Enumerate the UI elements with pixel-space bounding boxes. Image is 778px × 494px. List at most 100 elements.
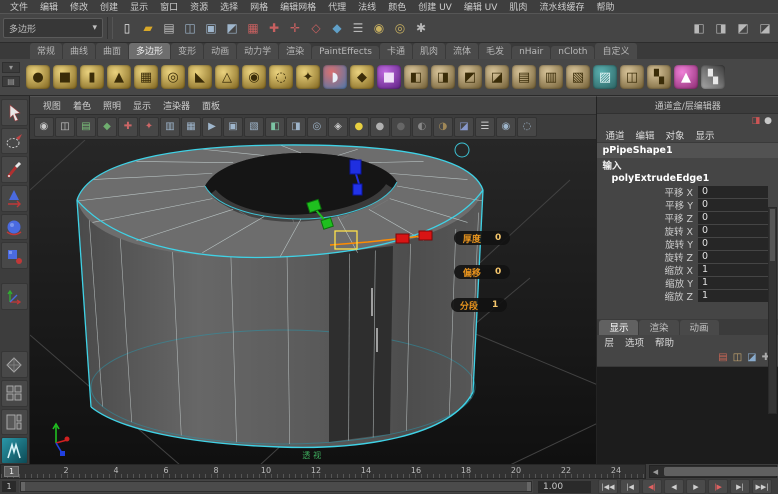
no-lights-icon[interactable]: ● <box>391 117 411 137</box>
hud-pill[interactable]: 分段 1 <box>451 298 507 312</box>
menu-item[interactable]: 选择 <box>214 0 244 13</box>
poly-torus-icon[interactable]: ◎ <box>161 65 185 89</box>
layer-empty-icon[interactable]: ▤ <box>718 352 727 363</box>
poly-plane-icon[interactable]: ▦ <box>134 65 158 89</box>
layer-list[interactable] <box>597 366 778 464</box>
channel-attribute-row[interactable]: 旋转 Z 0 <box>597 250 778 263</box>
menu-item[interactable]: 资源 <box>184 0 214 13</box>
hud-pill[interactable]: 厚度 0 <box>454 231 510 245</box>
channel-attribute-row[interactable]: 旋转 Y 0 <box>597 237 778 250</box>
attribute-value[interactable]: 1 <box>698 264 768 276</box>
shelf-tab[interactable]: 流体 <box>446 43 478 59</box>
channel-attribute-row[interactable]: 平移 X 0 <box>597 185 778 198</box>
new-scene-icon[interactable]: ▯ <box>117 18 137 38</box>
viewport-menu-item[interactable]: 渲染器 <box>158 99 195 112</box>
viewport-menu-item[interactable]: 视图 <box>38 99 66 112</box>
layout-four-pane-button[interactable] <box>1 380 28 407</box>
shadows-icon[interactable]: ◐ <box>412 117 432 137</box>
shelf-tab[interactable]: 曲面 <box>96 43 128 59</box>
poly-cone-icon[interactable]: ▲ <box>107 65 131 89</box>
move-tool-button[interactable] <box>1 185 28 212</box>
menu-item[interactable]: 编辑 <box>34 0 64 13</box>
isolate-select-icon[interactable]: ☰ <box>475 117 495 137</box>
channel-box-menu-item[interactable]: 显示 <box>696 128 715 142</box>
playblast-icon[interactable]: ▶ <box>202 117 222 137</box>
universal-manipulator-button[interactable] <box>1 283 28 310</box>
average-vertex-icon[interactable]: ▥ <box>539 65 563 89</box>
channel-speed-icon[interactable]: ● <box>764 116 772 126</box>
checker-map-icon[interactable]: ▚ <box>701 65 725 89</box>
menu-item[interactable]: 流水线缓存 <box>533 0 590 13</box>
playback-button[interactable]: |◀ <box>620 479 640 494</box>
scrollbar-thumb[interactable] <box>664 467 778 476</box>
history-icon[interactable]: ☰ <box>348 18 368 38</box>
make-live-icon[interactable]: ◆ <box>327 18 347 38</box>
poly-sphere-icon[interactable]: ● <box>26 65 50 89</box>
poly-cylinder-icon[interactable]: ▮ <box>80 65 104 89</box>
paint-select-tool-button[interactable] <box>1 156 28 183</box>
viewport-menu-item[interactable]: 照明 <box>98 99 126 112</box>
pan-zoom-icon[interactable]: ✦ <box>139 117 159 137</box>
range-slider-thumb[interactable] <box>21 482 531 491</box>
channel-attribute-row[interactable]: 缩放 Y 1 <box>597 276 778 289</box>
channel-box-menu-item[interactable]: 编辑 <box>635 128 654 142</box>
channel-attribute-row[interactable]: 平移 Z 0 <box>597 211 778 224</box>
layer-editor-tab[interactable]: 渲染 <box>639 320 678 335</box>
rotate-tool-button[interactable] <box>1 214 28 241</box>
channel-box-menu-item[interactable]: 对象 <box>666 128 685 142</box>
layout-single-pane-button[interactable] <box>1 351 28 378</box>
exposure-icon[interactable]: ◉ <box>496 117 516 137</box>
render-icon[interactable]: ◉ <box>369 18 389 38</box>
menu-item[interactable]: 创建 UV <box>412 0 458 13</box>
menu-item[interactable]: 修改 <box>64 0 94 13</box>
gate-mask-icon[interactable]: ◧ <box>265 117 285 137</box>
menu-item[interactable]: 代理 <box>322 0 352 13</box>
boolean-icon[interactable]: ◪ <box>485 65 509 89</box>
menu-item[interactable]: 法线 <box>352 0 382 13</box>
select-camera-icon[interactable]: ◉ <box>34 117 54 137</box>
shelf-tab[interactable]: 多边形 <box>129 43 170 59</box>
lasso-tool-button[interactable] <box>1 128 28 155</box>
resolution-gate-icon[interactable]: ▧ <box>244 117 264 137</box>
grease-pencil-icon[interactable]: ▥ <box>160 117 180 137</box>
textured-icon[interactable]: ◑ <box>433 117 453 137</box>
shelf-tab[interactable]: nHair <box>512 46 550 59</box>
extract-icon[interactable]: ◩ <box>458 65 482 89</box>
shelf-tab[interactable]: 曲线 <box>63 43 95 59</box>
attribute-value[interactable]: 0 <box>698 251 768 263</box>
layer-editor-menu-item[interactable]: 层 <box>604 335 614 349</box>
open-scene-icon[interactable]: ▰ <box>138 18 158 38</box>
shelf-tab[interactable]: 卡通 <box>380 43 412 59</box>
playback-button[interactable]: ▶| <box>730 479 750 494</box>
poly-pipe-icon[interactable]: ◉ <box>242 65 266 89</box>
shelf-tab[interactable]: 常规 <box>30 43 62 59</box>
channel-box-menu-item[interactable]: 通道 <box>605 128 624 142</box>
save-scene-icon[interactable]: ▤ <box>159 18 179 38</box>
channel-attribute-row[interactable]: 旋转 X 0 <box>597 224 778 237</box>
snap-plane-icon[interactable]: ◇ <box>306 18 326 38</box>
poly-pyramid-icon[interactable]: △ <box>215 65 239 89</box>
shelf-tab[interactable]: 毛发 <box>479 43 511 59</box>
spot-light-icon[interactable]: ▲ <box>674 65 698 89</box>
playback-button[interactable]: ▶▶| <box>752 479 772 494</box>
select-tool-button[interactable] <box>1 99 28 126</box>
shelf-tab[interactable]: 动力学 <box>237 43 278 59</box>
safe-action-icon[interactable]: ◎ <box>307 117 327 137</box>
viewport-menu-item[interactable]: 着色 <box>68 99 96 112</box>
select-component-icon[interactable]: ◩ <box>222 18 242 38</box>
snap-grid-icon[interactable]: ▦ <box>243 18 263 38</box>
shelf-menu-button[interactable]: ▤ <box>2 76 20 87</box>
shelf-menu-button[interactable]: ▾ <box>2 62 20 73</box>
poly-soccer-icon[interactable]: ✦ <box>296 65 320 89</box>
hud-value[interactable]: 1 <box>492 300 498 310</box>
film-gate-icon[interactable]: ▣ <box>223 117 243 137</box>
all-lights-icon[interactable]: ● <box>370 117 390 137</box>
z-axis-handle[interactable] <box>396 234 409 243</box>
hud-pill[interactable]: 偏移 0 <box>454 265 510 279</box>
shape-node-row[interactable]: pPipeShape1 <box>597 143 778 158</box>
menu-item[interactable]: 创建 <box>94 0 124 13</box>
shelf-tab[interactable]: 变形 <box>171 43 203 59</box>
snap-curve-icon[interactable]: ✚ <box>264 18 284 38</box>
attribute-value[interactable]: 0 <box>698 238 768 250</box>
snap-point-icon[interactable]: ✛ <box>285 18 305 38</box>
